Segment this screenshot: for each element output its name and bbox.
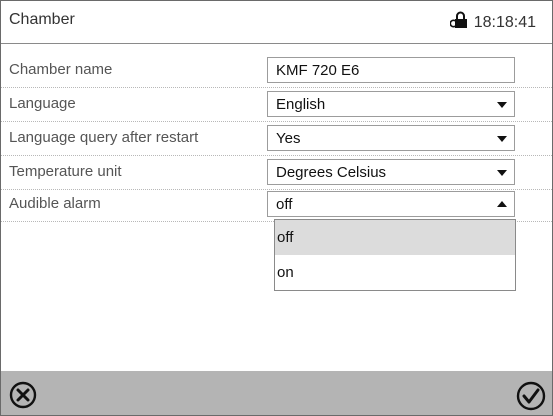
chevron-up-icon [497,201,507,207]
setting-label: Temperature unit [9,163,122,180]
language-query-select[interactable]: Yes [267,125,515,151]
option-label: off [277,229,294,246]
settings-window: Chamber 18:18:41 Chamber name KMF 720 E6… [0,0,553,416]
chevron-down-icon [497,170,507,176]
status-area: 18:18:41 [449,11,536,34]
setting-label: Chamber name [9,61,113,78]
setting-row-language: Language English [1,87,552,122]
setting-row-temperature-unit: Temperature unit Degrees Celsius [1,155,552,190]
setting-label: Language query after restart [9,129,199,146]
field-value: Yes [276,130,301,147]
setting-row-audible-alarm: Audible alarm off [1,187,552,222]
page-title: Chamber [9,11,75,28]
chevron-down-icon [497,136,507,142]
setting-row-chamber-name: Chamber name KMF 720 E6 [1,53,552,88]
option-label: on [277,264,294,281]
dropdown-option-on[interactable]: on [275,255,515,290]
cancel-button[interactable] [9,381,37,409]
field-value: off [276,196,293,213]
field-value: Degrees Celsius [276,164,387,181]
header-bar: Chamber 18:18:41 [1,1,552,44]
field-value: English [276,96,326,113]
language-select[interactable]: English [267,91,515,117]
temperature-unit-select[interactable]: Degrees Celsius [267,159,515,185]
door-lock-icon [449,11,470,34]
chamber-name-input[interactable]: KMF 720 E6 [267,57,515,83]
footer-bar [1,371,552,415]
setting-label: Audible alarm [9,195,101,212]
confirm-circle-check-icon [516,381,546,411]
clock-time: 18:18:41 [473,13,536,31]
cancel-circle-x-icon [9,381,37,409]
setting-row-language-query: Language query after restart Yes [1,121,552,156]
audible-alarm-select[interactable]: off [267,191,515,217]
confirm-button[interactable] [516,381,546,411]
field-value: KMF 720 E6 [276,62,360,79]
audible-alarm-dropdown-list: off on [274,219,516,291]
chevron-down-icon [497,102,507,108]
setting-label: Language [9,95,76,112]
dropdown-option-off[interactable]: off [275,220,515,255]
